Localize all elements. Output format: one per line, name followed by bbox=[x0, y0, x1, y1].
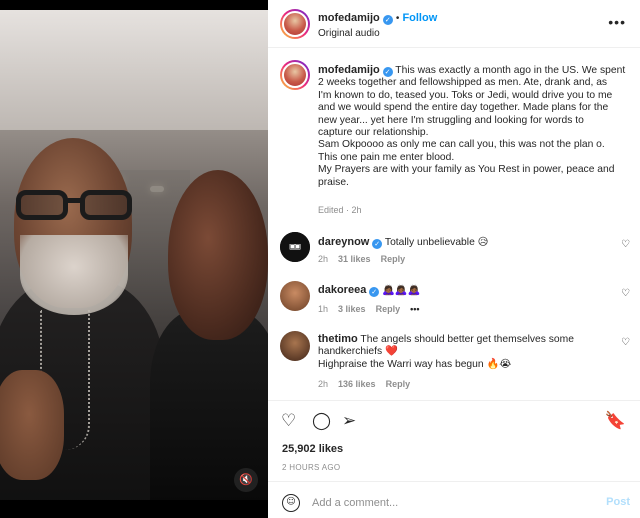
post-sidebar: mofedamijo ✓ • Follow Original audio •••… bbox=[268, 0, 640, 518]
post-button[interactable]: Post bbox=[606, 496, 630, 508]
comment-item: dakoreea ✓ 🙇🏾‍♀️🙇🏾‍♀️🙇🏾‍♀️ bbox=[318, 284, 608, 297]
comment-heart-icon[interactable]: ♡ bbox=[621, 289, 631, 299]
comment-likes[interactable]: 31 likes bbox=[338, 254, 371, 264]
comment-input[interactable] bbox=[312, 494, 582, 512]
caption-avatar[interactable] bbox=[280, 60, 310, 90]
add-comment-bar: ☺ Post bbox=[268, 481, 640, 518]
comment-likes[interactable]: 136 likes bbox=[338, 379, 376, 389]
comment-avatar[interactable] bbox=[280, 331, 310, 361]
comment-icon[interactable]: ◯ bbox=[312, 411, 331, 431]
comment-avatar[interactable]: ▣▣ bbox=[280, 232, 310, 262]
post-timestamp: 2 HOURS AGO bbox=[282, 463, 341, 472]
caption-username[interactable]: mofedamijo bbox=[318, 64, 380, 76]
mute-icon[interactable]: 🔇 bbox=[234, 468, 258, 492]
verified-icon: ✓ bbox=[382, 15, 393, 25]
verified-icon: ✓ bbox=[382, 67, 393, 77]
audio-label[interactable]: Original audio bbox=[318, 28, 380, 39]
comment-time: 2h bbox=[318, 254, 329, 264]
emoji-icon[interactable]: ☺ bbox=[282, 494, 300, 512]
comment-likes[interactable]: 3 likes bbox=[338, 304, 366, 314]
comment-text: handkerchiefs ❤️ bbox=[318, 346, 398, 358]
comment-username[interactable]: dakoreea bbox=[318, 284, 366, 296]
caption-line: praise. bbox=[318, 176, 349, 188]
share-icon[interactable]: ➢ bbox=[342, 411, 356, 431]
author-username[interactable]: mofedamijo bbox=[318, 12, 380, 24]
video-player[interactable] bbox=[0, 10, 268, 500]
comment-options-icon[interactable]: ••• bbox=[410, 304, 419, 314]
comment-item: dareynow ✓ Totally unbelievable 😥 bbox=[318, 236, 608, 249]
bookmark-icon[interactable]: 🔖 bbox=[605, 411, 626, 431]
comment-username[interactable]: dareynow bbox=[318, 236, 369, 248]
comment-text: 🙇🏾‍♀️🙇🏾‍♀️🙇🏾‍♀️ bbox=[382, 285, 421, 296]
caption-line: I'm known to do, teased you. Toks or Jed… bbox=[318, 89, 613, 101]
separator-dot: • bbox=[395, 13, 400, 24]
comment-text: The angels should better get themselves … bbox=[360, 334, 574, 345]
caption-line: 2 weeks together and fellowshipped as me… bbox=[318, 77, 608, 89]
comment-time: 2h bbox=[318, 379, 329, 389]
comment-meta: 2h 136 likes Reply bbox=[318, 379, 410, 389]
comment-heart-icon[interactable]: ♡ bbox=[621, 240, 631, 250]
verified-icon: ✓ bbox=[372, 239, 383, 249]
comment-time: 1h bbox=[318, 304, 329, 314]
reply-button[interactable]: Reply bbox=[376, 304, 401, 314]
caption-line: This was exactly a month ago in the US. … bbox=[395, 65, 626, 76]
comment-meta: 1h 3 likes Reply ••• bbox=[318, 304, 420, 314]
instagram-post-view: 🔇 mofedamijo ✓ • Follow Original audio •… bbox=[0, 0, 640, 518]
more-icon[interactable]: ••• bbox=[608, 14, 626, 30]
verified-icon: ✓ bbox=[369, 287, 380, 297]
reply-button[interactable]: Reply bbox=[386, 379, 411, 389]
caption-line: Sam Okpoooo as only me can call you, thi… bbox=[318, 139, 605, 151]
author-avatar[interactable] bbox=[280, 9, 310, 39]
comment-item: thetimo The angels should better get the… bbox=[318, 333, 618, 371]
comment-avatar[interactable] bbox=[280, 281, 310, 311]
caption-line: This one pain me enter blood. bbox=[318, 151, 455, 163]
comment-username[interactable]: thetimo bbox=[318, 333, 358, 345]
glasses bbox=[16, 190, 136, 224]
caption-line: new year... yet here I'm struggling and … bbox=[318, 114, 584, 126]
comment-text: Totally unbelievable 😥 bbox=[384, 237, 489, 248]
likes-count[interactable]: 25,902 likes bbox=[282, 443, 343, 455]
reply-button[interactable]: Reply bbox=[381, 254, 406, 264]
follow-button[interactable]: Follow bbox=[402, 12, 437, 24]
post-caption: mofedamijo ✓ This was exactly a month ag… bbox=[318, 64, 634, 189]
post-actions: ♡ ◯ ➢ 🔖 25,902 likes 2 HOURS AGO ☺ Post bbox=[268, 400, 640, 518]
post-header: mofedamijo ✓ • Follow Original audio ••• bbox=[268, 0, 640, 48]
edited-timestamp: Edited · 2h bbox=[318, 205, 362, 215]
caption-line: capture our relationship. bbox=[318, 127, 429, 139]
comment-heart-icon[interactable]: ♡ bbox=[621, 338, 631, 348]
comment-text: Highpraise the Warri way has begun 🔥😭 bbox=[318, 358, 512, 370]
post-media: 🔇 bbox=[0, 0, 268, 518]
comment-meta: 2h 31 likes Reply bbox=[318, 254, 405, 264]
caption-line: My Prayers are with your family as You R… bbox=[318, 164, 615, 176]
caption-line: and we would spend the entire day togeth… bbox=[318, 102, 609, 114]
heart-icon[interactable]: ♡ bbox=[281, 411, 296, 431]
